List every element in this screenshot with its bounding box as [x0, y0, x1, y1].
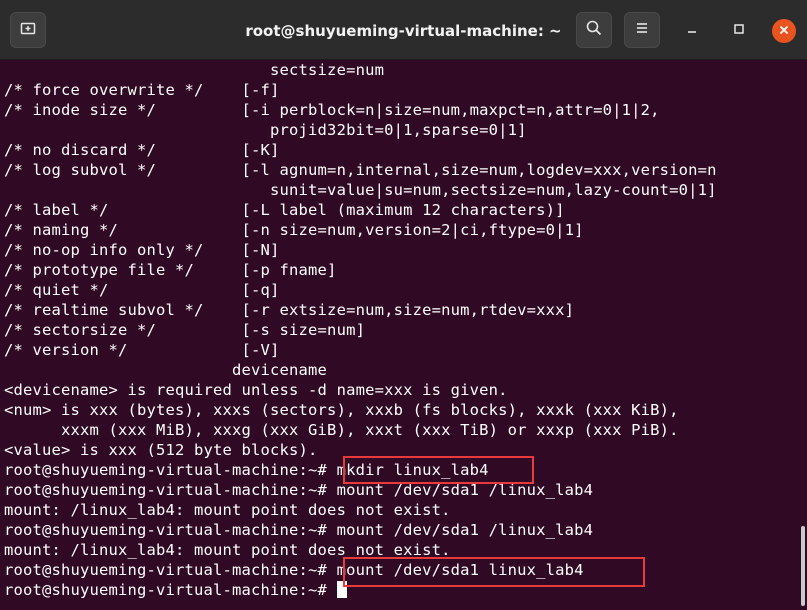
highlight-box-mount [343, 557, 645, 587]
terminal-line: /* sectorsize */ [-s size=num] [4, 321, 366, 339]
terminal-line: sunit=value|su=num,sectsize=num,lazy-cou… [4, 181, 717, 199]
terminal-line: projid32bit=0|1,sparse=0|1] [4, 121, 527, 139]
close-icon [779, 22, 789, 40]
minimize-icon [686, 22, 698, 40]
terminal-lines: sectsize=num /* force overwrite */ [-f] … [4, 60, 717, 600]
terminal-line: /* log subvol */ [-l agnum=n,internal,si… [4, 161, 717, 179]
minimize-button[interactable] [680, 19, 704, 43]
close-button[interactable] [772, 19, 796, 43]
search-icon [585, 19, 603, 42]
terminal-line: /* quiet */ [-q] [4, 281, 280, 299]
new-tab-button[interactable] [10, 12, 46, 48]
terminal-line: /* force overwrite */ [-f] [4, 81, 280, 99]
terminal-line: /* inode size */ [-i perblock=n|size=num… [4, 101, 660, 119]
highlight-box-mkdir [343, 456, 534, 484]
new-tab-icon [20, 20, 36, 41]
title-bar[interactable]: root@shuyueming-virtual-machine: ~ [0, 0, 807, 60]
terminal-line: <devicename> is required unless -d name=… [4, 381, 508, 399]
terminal-window: root@shuyueming-virtual-machine: ~ sects… [0, 0, 807, 610]
terminal-line: /* naming */ [-n size=num,version=2|ci,f… [4, 221, 584, 239]
maximize-button[interactable] [727, 19, 751, 43]
terminal-line: sectsize=num [4, 61, 385, 79]
terminal-line: devicename [4, 361, 328, 379]
terminal-output[interactable]: sectsize=num /* force overwrite */ [-f] … [0, 60, 807, 610]
terminal-line: /* no-op info only */ [-N] [4, 241, 280, 259]
scrollbar-thumb[interactable] [801, 526, 805, 606]
terminal-line: <num> is xxx (bytes), xxxs (sectors), xx… [4, 401, 679, 419]
terminal-line: /* realtime subvol */ [-r extsize=num,si… [4, 301, 575, 319]
terminal-line: /* label */ [-L label (maximum 12 charac… [4, 201, 565, 219]
hamburger-menu-icon [634, 20, 650, 41]
menu-button[interactable] [624, 12, 660, 48]
terminal-line: mount: /linux_lab4: mount point does not… [4, 501, 451, 519]
search-button[interactable] [576, 12, 612, 48]
terminal-line: /* prototype file */ [-p fname] [4, 261, 337, 279]
maximize-icon [733, 22, 745, 40]
terminal-line: xxxm (xxx MiB), xxxg (xxx GiB), xxxt (xx… [4, 421, 679, 439]
terminal-line: /* no discard */ [-K] [4, 141, 280, 159]
prompt: root@shuyueming-virtual-machine:~# [4, 581, 337, 599]
terminal-line: root@shuyueming-virtual-machine:~# mount… [4, 521, 594, 539]
terminal-line: /* version */ [-V] [4, 341, 280, 359]
